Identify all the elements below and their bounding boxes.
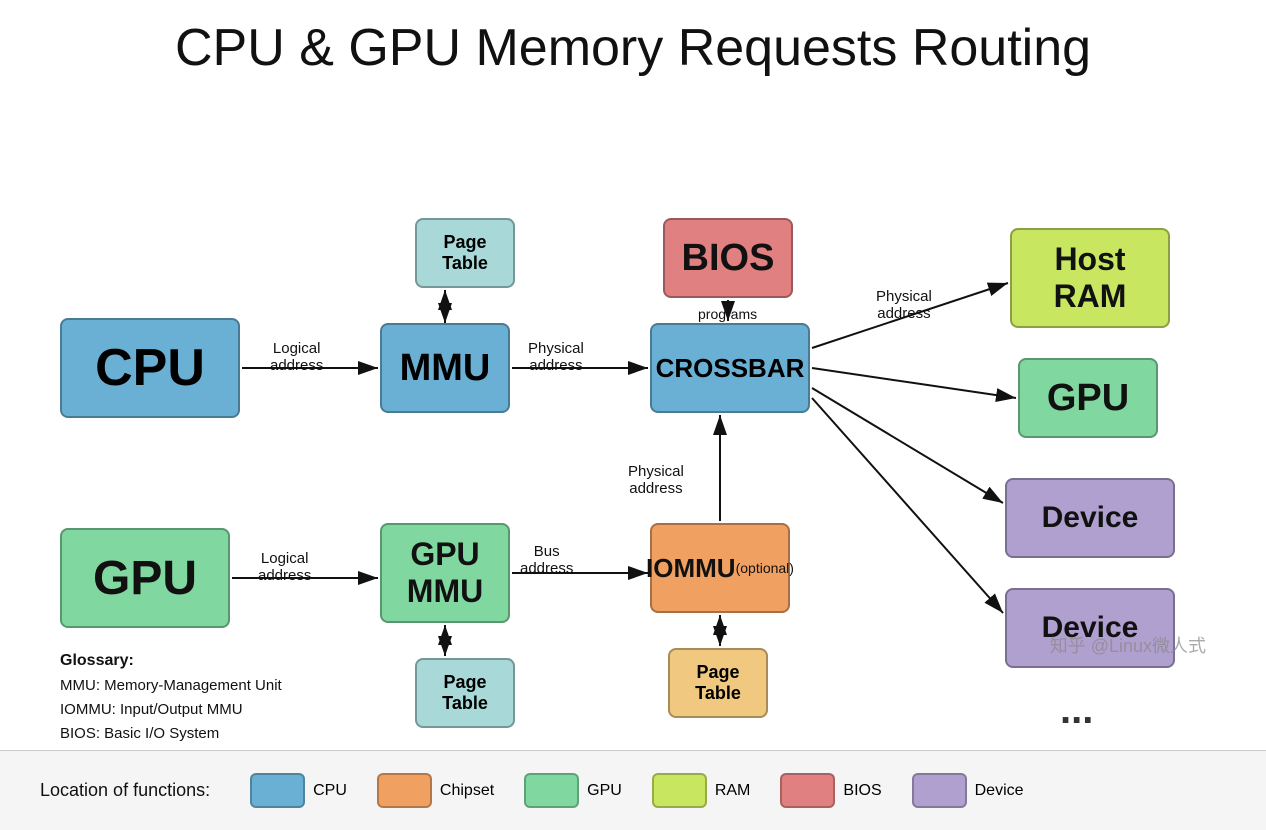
legend-device-label: Device <box>975 782 1024 800</box>
location-title: Location of functions: <box>40 780 210 801</box>
legend-cpu: CPU <box>250 773 347 808</box>
label-iommu-crossbar: Physicaladdress <box>628 463 684 497</box>
legend-chipset-box <box>377 773 432 808</box>
page-table-bottom-right-box: PageTable <box>668 648 768 718</box>
label-gpu-gpummu: Logicaladdress <box>258 550 311 584</box>
iommu-box: IOMMU(optional) <box>650 523 790 613</box>
cpu-box: CPU <box>60 318 240 418</box>
legend-chipset-label: Chipset <box>440 782 494 800</box>
label-mmu-crossbar: Physicaladdress <box>528 340 584 374</box>
legend-gpu-label: GPU <box>587 782 622 800</box>
legend-bios: BIOS <box>780 773 881 808</box>
legend-bios-label: BIOS <box>843 782 881 800</box>
glossary: Glossary: MMU: Memory-Management Unit IO… <box>60 648 282 746</box>
gpu-right-box: GPU <box>1018 358 1158 438</box>
label-crossbar-hostram: Physicaladdress <box>876 288 932 322</box>
device1-box: Device <box>1005 478 1175 558</box>
legend-ram-label: RAM <box>715 782 751 800</box>
page-table-top-box: PageTable <box>415 218 515 288</box>
location-bar: Location of functions: CPU Chipset GPU R… <box>0 750 1266 830</box>
legend-cpu-label: CPU <box>313 782 347 800</box>
legend-gpu: GPU <box>524 773 622 808</box>
legend-gpu-box <box>524 773 579 808</box>
gpu-left-box: GPU <box>60 528 230 628</box>
glossary-item-iommu: IOMMU: Input/Output MMU <box>60 698 282 722</box>
legend-device-box <box>912 773 967 808</box>
diagram-area: Logicaladdress Physicaladdress programs … <box>0 88 1266 748</box>
glossary-item-mmu: MMU: Memory-Management Unit <box>60 674 282 698</box>
legend-ram-box <box>652 773 707 808</box>
legend-device: Device <box>912 773 1024 808</box>
label-cpu-mmu: Logicaladdress <box>270 340 323 374</box>
watermark: 知乎 @Linux微人式 <box>1050 632 1206 658</box>
label-gpummu-iommu: Busaddress <box>520 543 573 577</box>
legend-bios-box <box>780 773 835 808</box>
main-title: CPU & GPU Memory Requests Routing <box>0 0 1266 88</box>
legend-ram: RAM <box>652 773 751 808</box>
host-ram-box: HostRAM <box>1010 228 1170 328</box>
crossbar-box: CROSSBAR <box>650 323 810 413</box>
bios-box: BIOS <box>663 218 793 298</box>
legend-chipset: Chipset <box>377 773 494 808</box>
glossary-title: Glossary: <box>60 648 282 674</box>
ellipsis: ... <box>1060 688 1093 733</box>
glossary-item-bios: BIOS: Basic I/O System <box>60 722 282 746</box>
mmu-box: MMU <box>380 323 510 413</box>
gpu-mmu-box: GPUMMU <box>380 523 510 623</box>
page-table-bottom-left-box: PageTable <box>415 658 515 728</box>
legend-cpu-box <box>250 773 305 808</box>
label-bios-programs: programs <box>698 306 757 322</box>
